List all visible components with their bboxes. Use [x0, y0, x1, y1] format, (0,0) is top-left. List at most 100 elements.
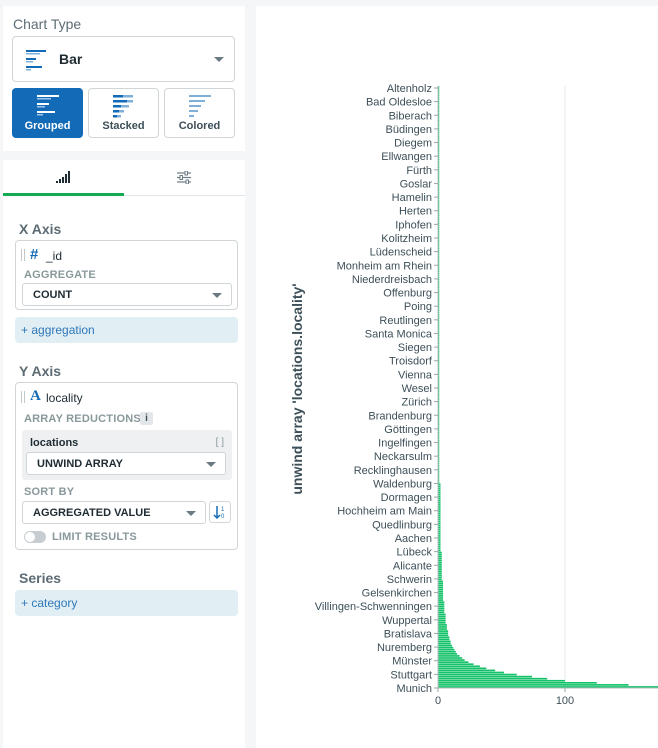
y-tick-label: Recklinghausen — [354, 465, 432, 477]
tab-encode[interactable] — [3, 160, 124, 196]
y-axis-title: unwind array 'locations.locality' — [289, 283, 305, 494]
x-axis-field-card: # _id AGGREGATE COUNT — [15, 240, 238, 310]
y-tick-label: Münster — [392, 656, 432, 668]
svg-text:1: 1 — [221, 507, 225, 513]
array-field-name: locations — [30, 437, 79, 449]
bar — [438, 555, 442, 558]
y-tick-label: Troisdorf — [389, 356, 433, 368]
bar — [438, 619, 446, 622]
limit-results-label: LIMIT RESULTS — [52, 531, 137, 543]
y-tick-label: Santa Monica — [365, 328, 433, 340]
y-tick-label: Lübeck — [397, 547, 433, 559]
y-tick-label: Vienna — [398, 369, 433, 381]
chart-type-select[interactable]: Bar — [12, 36, 235, 82]
add-category-label: + category — [21, 596, 78, 610]
y-tick-label: Bad Oldesloe — [366, 97, 432, 109]
limit-results-toggle[interactable] — [24, 531, 46, 543]
subtype-grouped-button[interactable]: Grouped — [12, 88, 83, 138]
subtype-colored-button[interactable]: Colored — [164, 88, 235, 138]
y-tick-label: Wesel — [402, 383, 432, 395]
bar — [438, 655, 460, 657]
info-icon[interactable]: i — [140, 412, 153, 425]
bar — [438, 667, 487, 670]
y-tick-label: Siegen — [398, 342, 432, 354]
array-reductions-label: ARRAY REDUCTIONS — [24, 413, 141, 425]
bar — [438, 551, 442, 554]
bar — [438, 580, 444, 583]
bar — [438, 584, 444, 587]
bar — [438, 603, 445, 606]
sort-by-select[interactable]: AGGREGATED VALUE — [22, 501, 206, 524]
bar — [438, 640, 451, 643]
sliders-icon — [177, 171, 191, 184]
y-tick-label: Nuremberg — [377, 642, 432, 654]
bar — [438, 648, 455, 651]
chevron-down-icon — [206, 462, 216, 467]
aggregate-select[interactable]: COUNT — [22, 283, 232, 306]
subtype-stacked-button[interactable]: Stacked — [88, 88, 159, 138]
y-tick-label: Quedlinburg — [372, 519, 432, 531]
y-tick-label: Offenburg — [383, 288, 432, 300]
bar — [438, 553, 442, 556]
bar-signal-icon — [56, 171, 70, 183]
sort-by-label: SORT BY — [24, 486, 75, 498]
chart-type-panel: Chart Type Bar Grouped Stacked Colored — [3, 6, 245, 151]
bar — [438, 624, 447, 626]
bar — [438, 586, 444, 589]
bar — [438, 597, 444, 599]
drag-handle-icon[interactable] — [21, 391, 25, 403]
bar — [438, 599, 444, 601]
y-tick-label: Poing — [404, 301, 432, 313]
y-tick-label: Villingen-Schwenningen — [315, 601, 432, 613]
bar — [438, 653, 458, 655]
subtype-stacked-label: Stacked — [102, 120, 145, 132]
y-axis-title: Y Axis — [19, 363, 62, 379]
number-type-icon: # — [30, 246, 39, 263]
bar — [438, 628, 447, 630]
bar — [438, 675, 532, 678]
tab-customize[interactable] — [124, 160, 245, 196]
y-tick-label: Niederdreisbach — [352, 274, 432, 286]
bar — [438, 661, 469, 663]
bar — [438, 630, 449, 632]
y-tick-label: Ellwangen — [381, 151, 432, 163]
array-reduction-select[interactable]: UNWIND ARRAY — [26, 452, 226, 475]
y-tick-label: Altenholz — [387, 83, 432, 95]
add-category-button[interactable]: + category — [15, 590, 238, 616]
y-tick-label: Lüdenscheid — [370, 247, 432, 259]
y-tick-label: Brandenburg — [368, 410, 432, 422]
bar — [438, 642, 451, 645]
bar — [438, 622, 446, 624]
svg-text:0: 0 — [221, 514, 225, 520]
y-tick-label: Iphofen — [395, 219, 432, 231]
bar — [438, 609, 445, 612]
y-tick-label: Gelsenkirchen — [362, 588, 432, 600]
x-tick-label: 100 — [556, 695, 574, 707]
encode-panel: X Axis # _id AGGREGATE COUNT + aggregati… — [3, 160, 245, 748]
bar — [438, 605, 445, 608]
bar — [438, 582, 444, 585]
y-tick-label: Monheim am Rhein — [337, 260, 432, 272]
bar — [438, 615, 446, 618]
y-tick-label: Zürich — [401, 397, 432, 409]
bar — [438, 559, 442, 562]
y-tick-label: Biberach — [389, 110, 432, 122]
sort-by-value: AGGREGATED VALUE — [33, 507, 151, 519]
add-aggregation-button[interactable]: + aggregation — [15, 317, 238, 343]
bar — [438, 671, 505, 674]
aggregate-label: AGGREGATE — [24, 269, 96, 281]
y-tick-label: Aachen — [395, 533, 432, 545]
bar — [438, 679, 565, 682]
sort-order-button[interactable]: 1 0 — [209, 501, 231, 523]
string-type-icon: A — [30, 388, 41, 404]
y-tick-label: Büdingen — [386, 124, 433, 136]
series-title: Series — [19, 570, 62, 586]
bar — [438, 576, 442, 579]
bar — [438, 659, 465, 661]
bar — [438, 646, 454, 649]
bar — [438, 673, 517, 676]
drag-handle-icon[interactable] — [21, 249, 25, 261]
bar — [438, 590, 444, 593]
bar-chart: Altenholz Bad OldesloeBiberach Büdingen Die… — [289, 83, 658, 707]
chart-type-title: Chart Type — [13, 16, 82, 32]
